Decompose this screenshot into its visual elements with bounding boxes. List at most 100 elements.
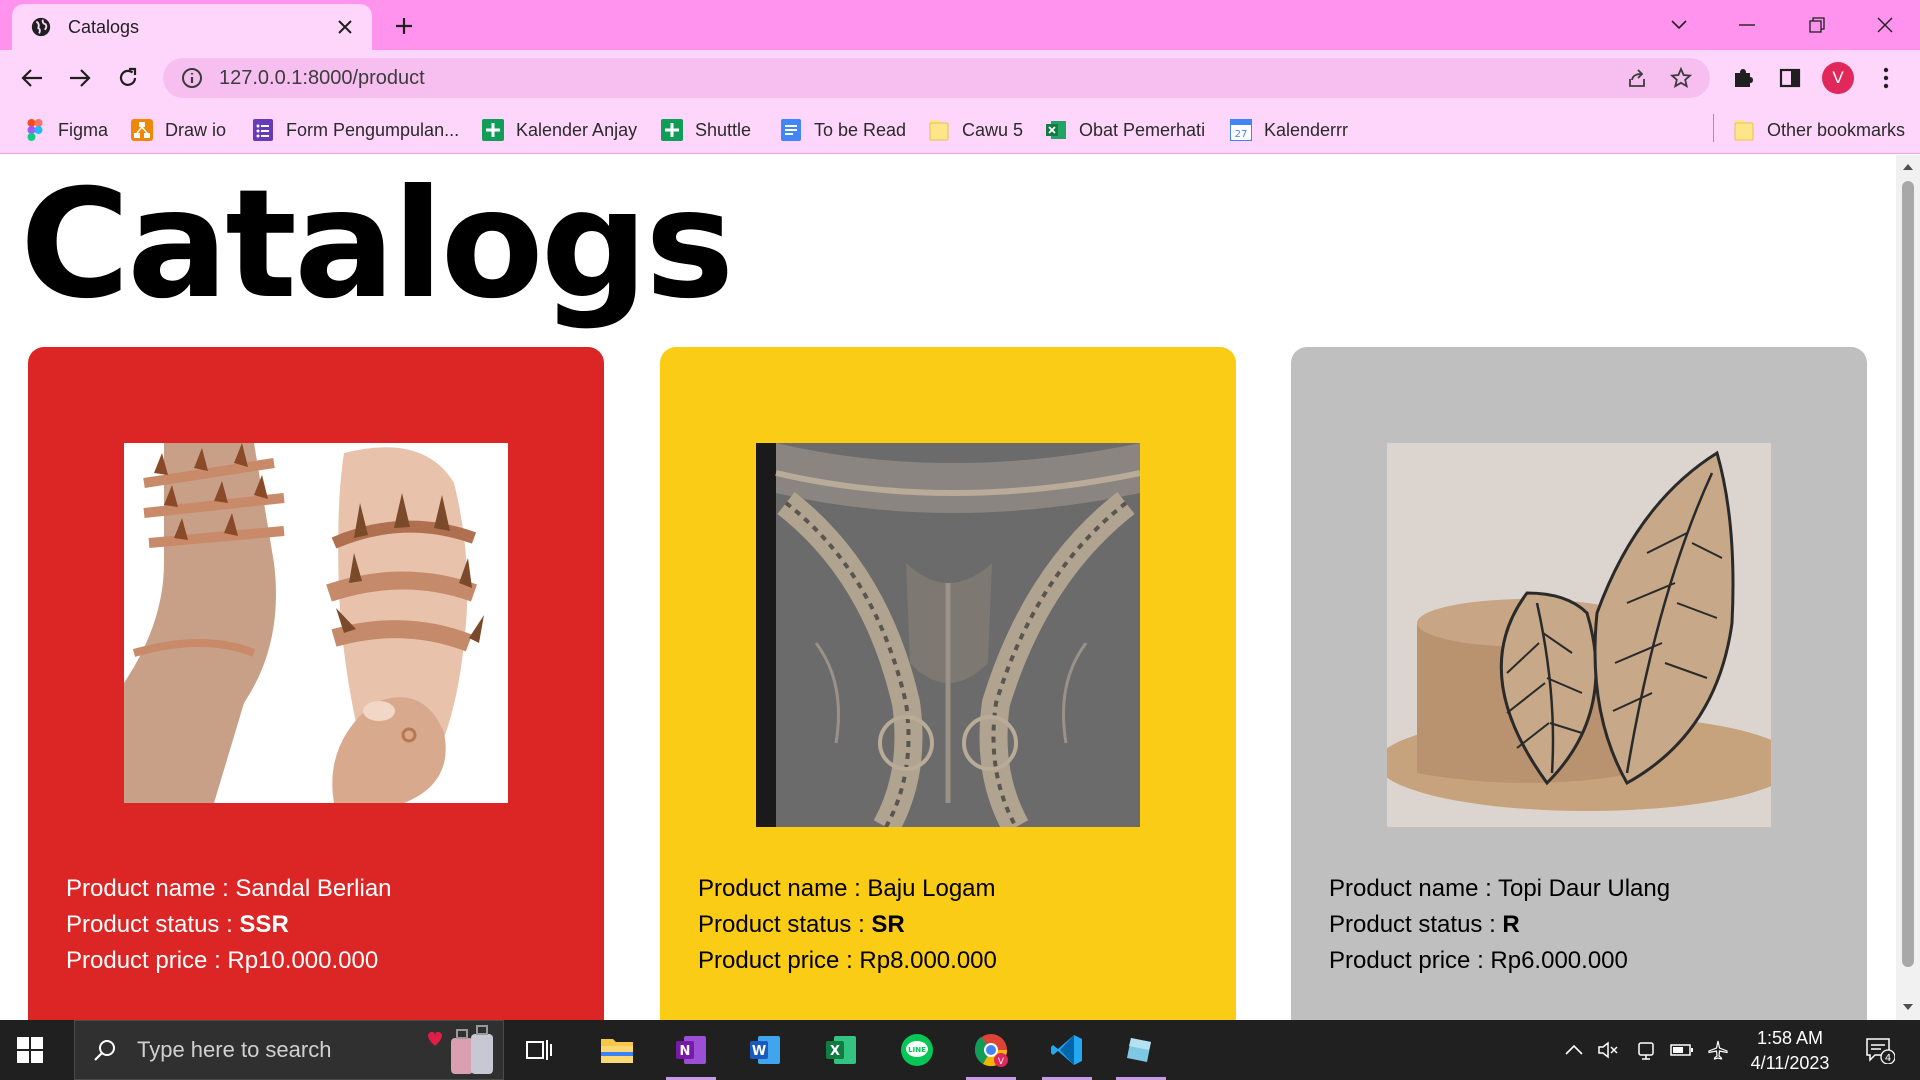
product-name-line: Product name : Topi Daur Ulang [1329,875,1671,902]
product-price-line: Product price : Rp6.000.000 [1329,947,1628,974]
bookmark-other[interactable]: Other bookmarks [1733,106,1905,154]
svg-text:27: 27 [1235,129,1248,140]
volume-muted-icon[interactable] [1594,1020,1622,1080]
show-hidden-icons-chevron-icon[interactable] [1560,1020,1588,1080]
back-button[interactable] [16,62,48,94]
product-status-line: Product status : SR [698,911,905,938]
calendar-icon: 27 [1230,119,1252,141]
side-panel-icon[interactable] [1774,62,1806,94]
product-status: SSR [239,911,289,938]
bookmark-figma[interactable]: Figma [24,106,108,154]
tab-catalogs[interactable]: Catalogs [12,4,372,50]
product-name: Topi Daur Ulang [1497,875,1671,902]
product-info: Product name : Sandal Berlian Product st… [66,871,392,979]
vscode-icon[interactable] [1036,1020,1098,1080]
chrome-icon[interactable]: V [960,1020,1022,1080]
reload-button[interactable] [112,62,144,94]
minimize-button[interactable] [1724,8,1770,42]
product-card-sandal: Product name : Sandal Berlian Product st… [28,347,604,1020]
bookmarks-bar: Figma Draw io Form Pengumpulan... Kalend… [0,106,1920,154]
site-info-icon[interactable] [181,67,203,89]
product-name-line: Product name : Sandal Berlian [66,875,392,902]
product-card-armor: Product name : Baju Logam Product status… [660,347,1236,1020]
close-window-button[interactable] [1862,8,1908,42]
product-status-line: Product status : SSR [66,911,289,938]
extensions-puzzle-icon[interactable] [1727,62,1759,94]
word-icon[interactable]: W [734,1020,796,1080]
address-bar[interactable]: 127.0.0.1:8000/product [163,58,1710,98]
drawio-icon [131,119,153,141]
battery-icon[interactable] [1668,1020,1696,1080]
svg-text:N: N [680,1044,691,1059]
docs-icon [780,119,802,141]
forward-button[interactable] [64,62,96,94]
windows-start-icon[interactable] [14,1034,46,1066]
bookmark-shuttle[interactable]: Shuttle [661,106,751,154]
globe-icon [31,17,51,37]
snipping-tool-icon[interactable] [1110,1020,1172,1080]
search-icon [94,1040,115,1061]
share-icon[interactable] [1622,63,1652,93]
kebab-menu-icon[interactable] [1870,62,1902,94]
excel-taskbar-icon[interactable]: X [810,1020,872,1080]
scroll-down-arrow-icon[interactable] [1902,1001,1914,1013]
notification-center-icon[interactable]: 4 [1858,1020,1902,1080]
scrollbar-thumb[interactable] [1902,181,1914,967]
product-info: Product name : Topi Daur Ulang Product s… [1329,871,1670,979]
product-price: Rp10.000.000 [227,947,379,974]
search-placeholder: Type here to search [137,1037,332,1062]
bookmark-star-icon[interactable] [1666,63,1696,93]
product-status: SR [871,911,905,938]
bookmark-draw-io[interactable]: Draw io [131,106,226,154]
bookmark-kalender-anjay[interactable]: Kalender Anjay [482,106,637,154]
line-app-icon[interactable]: LINE [886,1020,948,1080]
projector-icon[interactable] [1632,1020,1660,1080]
excel-icon [1045,119,1067,141]
product-info: Product name : Baju Logam Product status… [698,871,997,979]
tab-search-chevron-icon[interactable] [1656,8,1702,42]
browser-toolbar: 127.0.0.1:8000/product V [0,50,1920,106]
product-status: R [1502,911,1520,938]
product-status-line: Product status : R [1329,911,1520,938]
product-price: Rp6.000.000 [1490,947,1628,974]
bookmark-to-be-read[interactable]: To be Read [780,106,906,154]
url-text[interactable]: 127.0.0.1:8000/product [219,67,1608,90]
close-tab-icon[interactable] [332,14,358,40]
restore-button[interactable] [1794,8,1840,42]
product-card-hat: Product name : Topi Daur Ulang Product s… [1291,347,1867,1020]
airplane-mode-icon[interactable] [1704,1020,1732,1080]
windows-taskbar: Type here to search N W X LINE V 1:58 AM… [0,1020,1920,1080]
svg-text:W: W [752,1044,766,1059]
file-explorer-icon[interactable] [586,1020,648,1080]
bookmark-kalenderrr[interactable]: 27 Kalenderrr [1230,106,1348,154]
product-image-hat [1387,443,1771,827]
bookmark-form-pengumpulan[interactable]: Form Pengumpulan... [252,106,459,154]
clock-time: 1:58 AM [1756,1028,1824,1048]
profile-avatar[interactable]: V [1822,62,1854,94]
page-viewport: Catalogs Product name: Sandal Berlian P… [0,155,1896,1020]
product-price-line: Product price : Rp8.000.000 [698,947,997,974]
folder-icon [928,119,950,141]
new-tab-button[interactable] [390,12,418,40]
system-clock[interactable]: 1:58 AM 4/11/2023 [1740,1026,1840,1076]
svg-text:X: X [830,1044,840,1059]
taskbar-search-box[interactable]: Type here to search [74,1020,504,1080]
tab-strip: Catalogs [0,0,1920,50]
product-name: Sandal Berlian [235,875,392,902]
folder-icon [1733,119,1755,141]
product-price-line: Product price : Rp10.000.000 [66,947,379,974]
product-image-armor [756,443,1140,827]
tab-title: Catalogs [68,16,140,37]
bookmarks-divider [1713,114,1714,142]
sheets-icon [661,119,683,141]
bookmark-cawu-5[interactable]: Cawu 5 [928,106,1023,154]
scroll-up-arrow-icon[interactable] [1902,161,1914,173]
onenote-icon[interactable]: N [660,1020,722,1080]
clock-date: 4/11/2023 [1750,1053,1830,1073]
forms-icon [252,119,274,141]
product-price: Rp8.000.000 [859,947,997,974]
profile-initial: V [1822,62,1854,94]
page-scrollbar[interactable] [1896,155,1920,1020]
bookmark-obat-pemerhati[interactable]: Obat Pemerhati [1045,106,1205,154]
task-view-icon[interactable] [508,1020,570,1080]
